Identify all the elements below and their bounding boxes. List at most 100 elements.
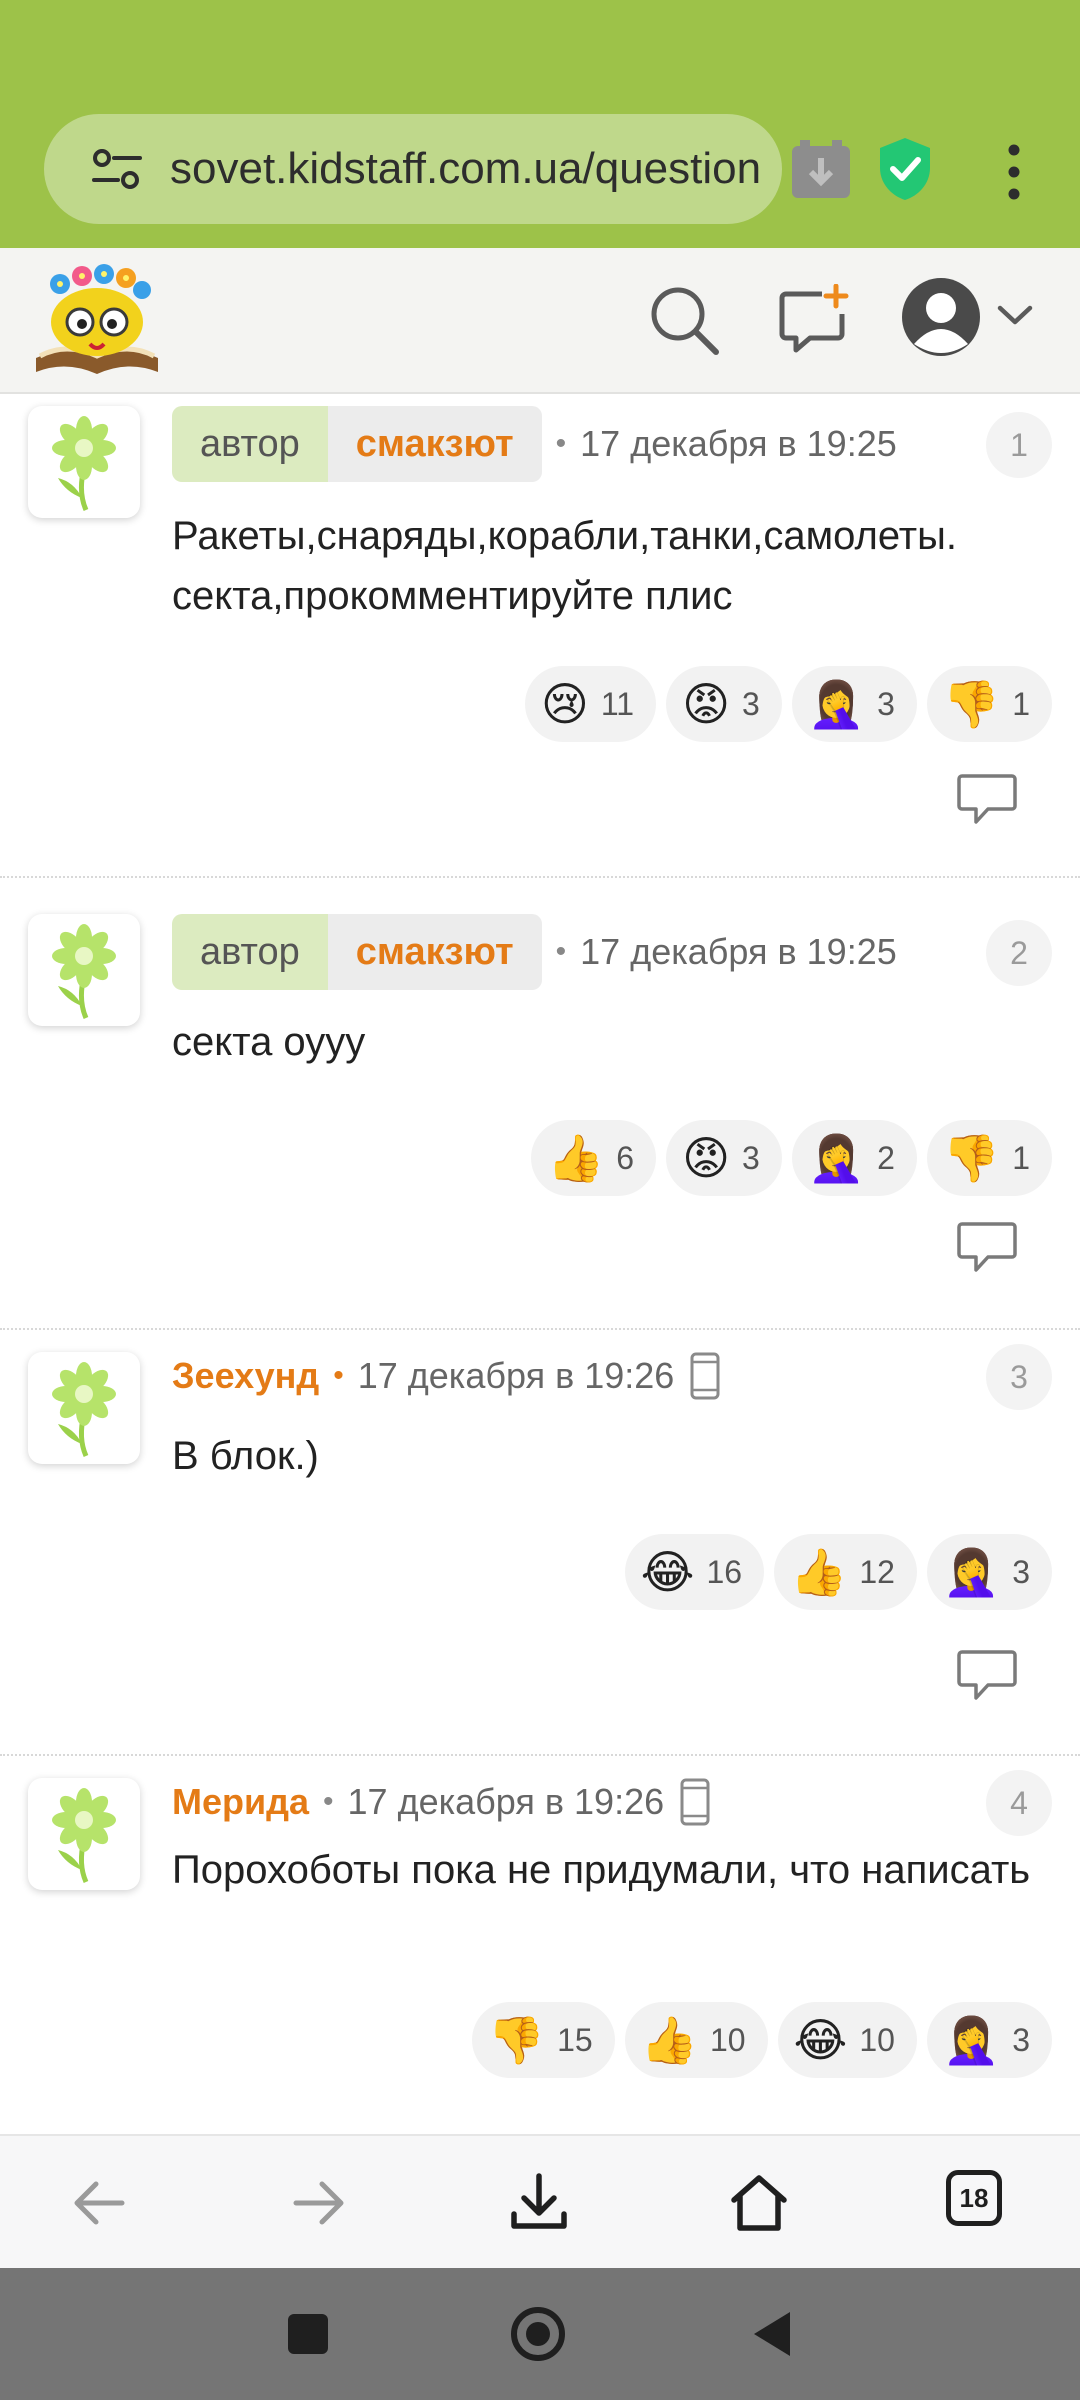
reaction-count: 3	[742, 685, 760, 722]
crying-face-icon: 😢	[540, 677, 589, 731]
reaction-angry-face[interactable]: 😡 3	[666, 666, 782, 742]
separator-dot: •	[555, 427, 567, 460]
home-circle-icon[interactable]	[510, 2306, 566, 2362]
facepalm-icon: 🤦‍♀️	[807, 1131, 866, 1185]
reaction-thumbs-up[interactable]: 👍 12	[774, 1534, 917, 1610]
reaction-thumbs-up[interactable]: 👍 10	[624, 2002, 768, 2078]
comment-date: 17 декабря в 19:25	[580, 931, 897, 972]
comment-text: В блок.)	[172, 1434, 319, 1478]
tears-of-joy-icon: 😂	[793, 2013, 848, 2067]
reaction-count: 2	[877, 1139, 895, 1176]
comment-item: автор смакзют • 17 декабря в 19:25 2 сек…	[0, 880, 1080, 1330]
reaction-thumbs-down[interactable]: 👎 15	[471, 2002, 615, 2078]
reaction-thumbs-down[interactable]: 👎 1	[926, 666, 1052, 742]
download-icon[interactable]	[504, 2168, 574, 2238]
separator-dot: •	[555, 935, 567, 968]
tabs-count: 18	[959, 2182, 989, 2213]
comment-number[interactable]: 3	[986, 1344, 1052, 1410]
author-chip[interactable]: автор смакзют	[172, 914, 542, 990]
reaction-count: 3	[742, 1139, 760, 1176]
reaction-thumbs-up[interactable]: 👍 6	[531, 1120, 657, 1196]
address-bar[interactable]: sovet.kidstaff.com.ua/question	[44, 114, 782, 224]
reaction-thumbs-down[interactable]: 👎 1	[926, 1120, 1052, 1196]
comment-text: Порохоботы пока не придумали, что написа…	[172, 1848, 1031, 1892]
reply-icon[interactable]	[956, 1220, 1018, 1276]
reaction-tears-of-joy[interactable]: 😂 16	[624, 1534, 765, 1610]
reply-icon[interactable]	[956, 772, 1018, 828]
more-menu-icon[interactable]	[1000, 144, 1028, 200]
thumbs-up-icon: 👍	[790, 1545, 848, 1599]
reaction-crying-face[interactable]: 😢 11	[524, 666, 657, 742]
flower-avatar-icon	[52, 416, 116, 512]
site-settings-icon[interactable]	[84, 136, 150, 202]
comment-number[interactable]: 1	[986, 412, 1052, 478]
back-arrow-icon[interactable]	[64, 2168, 134, 2238]
comment-date: 17 декабря в 19:26	[357, 1355, 675, 1396]
shield-check-icon[interactable]	[876, 136, 934, 202]
reaction-angry-face[interactable]: 😡 3	[666, 1120, 782, 1196]
avatar[interactable]	[28, 1352, 140, 1464]
reaction-count: 15	[557, 2021, 593, 2058]
back-triangle-icon[interactable]	[746, 2306, 802, 2362]
download-extension-icon[interactable]	[790, 140, 852, 200]
url-text: sovet.kidstaff.com.ua/question	[170, 144, 762, 193]
reply-icon[interactable]	[956, 1648, 1018, 1704]
reaction-count: 16	[706, 1553, 743, 1590]
reaction-count: 3	[877, 685, 895, 722]
avatar[interactable]	[28, 914, 140, 1026]
comment-number[interactable]: 2	[986, 920, 1052, 986]
comment-item: автор смакзют • 17 декабря в 19:25 1 Рак…	[0, 396, 1080, 878]
reaction-tears-of-joy[interactable]: 😂 10	[777, 2002, 917, 2078]
new-post-icon[interactable]	[778, 284, 850, 356]
user-avatar-icon[interactable]	[900, 276, 982, 358]
forward-arrow-icon[interactable]	[284, 2168, 354, 2238]
recents-icon[interactable]	[280, 2306, 336, 2362]
reactions-bar: 😢 11 😡 3 🤦‍♀️ 3 👎 1	[524, 666, 1052, 742]
author-name[interactable]: Зеехунд	[172, 1355, 319, 1397]
chevron-down-icon[interactable]	[996, 302, 1034, 330]
browser-toolbar: sovet.kidstaff.com.ua/question	[0, 0, 1080, 248]
comment-date: 17 декабря в 19:26	[347, 1781, 665, 1822]
comment-meta: Зеехунд • 17 декабря в 19:26	[172, 1338, 720, 1414]
reaction-count: 1	[1012, 685, 1030, 722]
author-name[interactable]: смакзют	[327, 406, 542, 482]
browser-bottom-bar: 18	[0, 2134, 1080, 2268]
comment-text: секта оууу	[172, 1020, 366, 1064]
thumbs-up-icon: 👍	[640, 2013, 698, 2067]
comment-number[interactable]: 4	[986, 1770, 1052, 1836]
angry-face-icon: 😡	[682, 1131, 731, 1185]
comments-feed: автор смакзют • 17 декабря в 19:25 1 Рак…	[0, 396, 1080, 2134]
tears-of-joy-icon: 😂	[640, 1545, 695, 1599]
tab-switcher-button[interactable]: 18	[946, 2170, 1002, 2226]
facepalm-icon: 🤦‍♀️	[942, 2013, 1001, 2067]
thumbs-up-icon: 👍	[547, 1131, 605, 1185]
reaction-facepalm[interactable]: 🤦‍♀️ 3	[926, 1534, 1052, 1610]
author-name[interactable]: смакзют	[327, 914, 542, 990]
system-navigation-bar	[0, 2268, 1080, 2400]
search-icon[interactable]	[648, 284, 720, 356]
comment-meta: автор смакзют • 17 декабря в 19:25	[172, 406, 897, 482]
site-logo[interactable]	[32, 262, 162, 380]
reaction-facepalm[interactable]: 🤦‍♀️ 2	[791, 1120, 917, 1196]
mobile-phone-icon	[680, 1778, 710, 1826]
reactions-bar: 😂 16 👍 12 🤦‍♀️ 3	[624, 1534, 1052, 1610]
separator-dot: •	[323, 1785, 334, 1818]
reaction-count: 3	[1012, 2021, 1030, 2058]
thumbs-down-icon: 👎	[942, 1131, 1001, 1185]
thumbs-down-icon: 👎	[487, 2013, 546, 2067]
facepalm-icon: 🤦‍♀️	[807, 677, 866, 731]
reaction-facepalm[interactable]: 🤦‍♀️ 3	[791, 666, 917, 742]
home-icon[interactable]	[724, 2168, 794, 2238]
author-name[interactable]: Мерида	[172, 1781, 309, 1823]
thumbs-down-icon: 👎	[942, 677, 1001, 731]
comment-meta: Мерида • 17 декабря в 19:26	[172, 1764, 710, 1840]
reaction-facepalm[interactable]: 🤦‍♀️ 3	[926, 2002, 1052, 2078]
angry-face-icon: 😡	[682, 677, 731, 731]
comment-text: Ракеты,снаряды,корабли,танки,самолеты. с…	[172, 514, 957, 618]
author-chip[interactable]: автор смакзют	[172, 406, 542, 482]
avatar[interactable]	[28, 1778, 140, 1890]
comment-meta: автор смакзют • 17 декабря в 19:25	[172, 914, 897, 990]
avatar[interactable]	[28, 406, 140, 518]
reaction-count: 11	[600, 685, 635, 722]
mobile-phone-icon	[690, 1352, 720, 1400]
